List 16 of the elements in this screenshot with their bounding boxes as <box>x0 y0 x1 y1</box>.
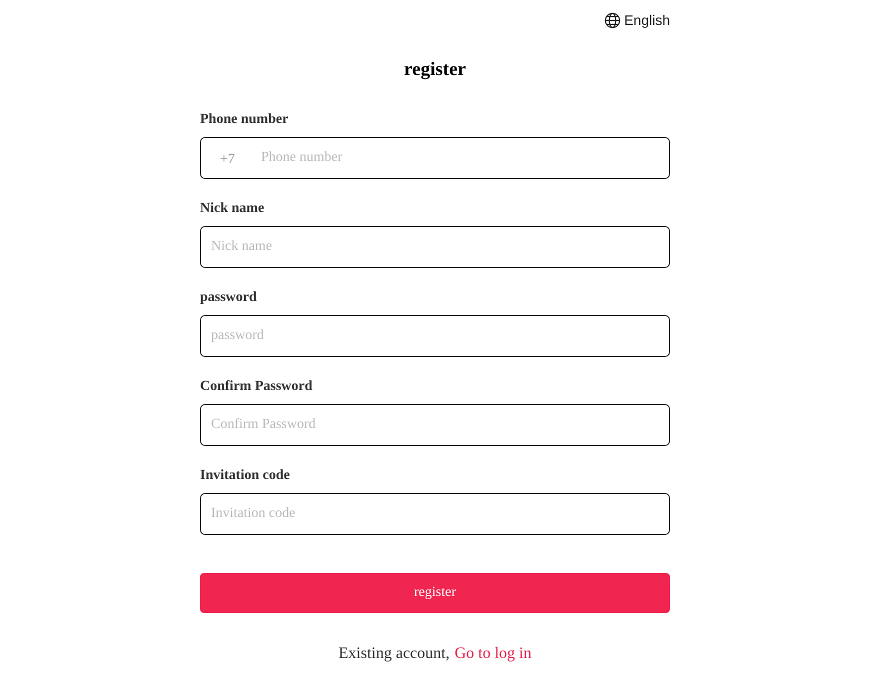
country-code: +7 <box>220 150 235 168</box>
register-button[interactable]: register <box>200 572 670 612</box>
field-label: Phone number <box>200 110 290 128</box>
field-label: Invitation code <box>200 466 291 484</box>
globe-icon <box>604 12 622 29</box>
input-field[interactable]: Confirm Password <box>200 404 670 446</box>
input-field[interactable]: Invitation code <box>200 492 670 534</box>
login-link[interactable]: Go to log in <box>454 642 532 666</box>
field-label: Nick name <box>200 200 266 218</box>
input-field[interactable]: Nick name <box>200 226 670 268</box>
language-button[interactable]: English <box>604 10 670 31</box>
input-field[interactable]: password <box>200 314 670 356</box>
field-label: Confirm Password <box>200 378 314 396</box>
page-title: register <box>404 58 466 82</box>
footer-text: Existing account, <box>338 644 450 664</box>
field-label: password <box>200 288 258 306</box>
